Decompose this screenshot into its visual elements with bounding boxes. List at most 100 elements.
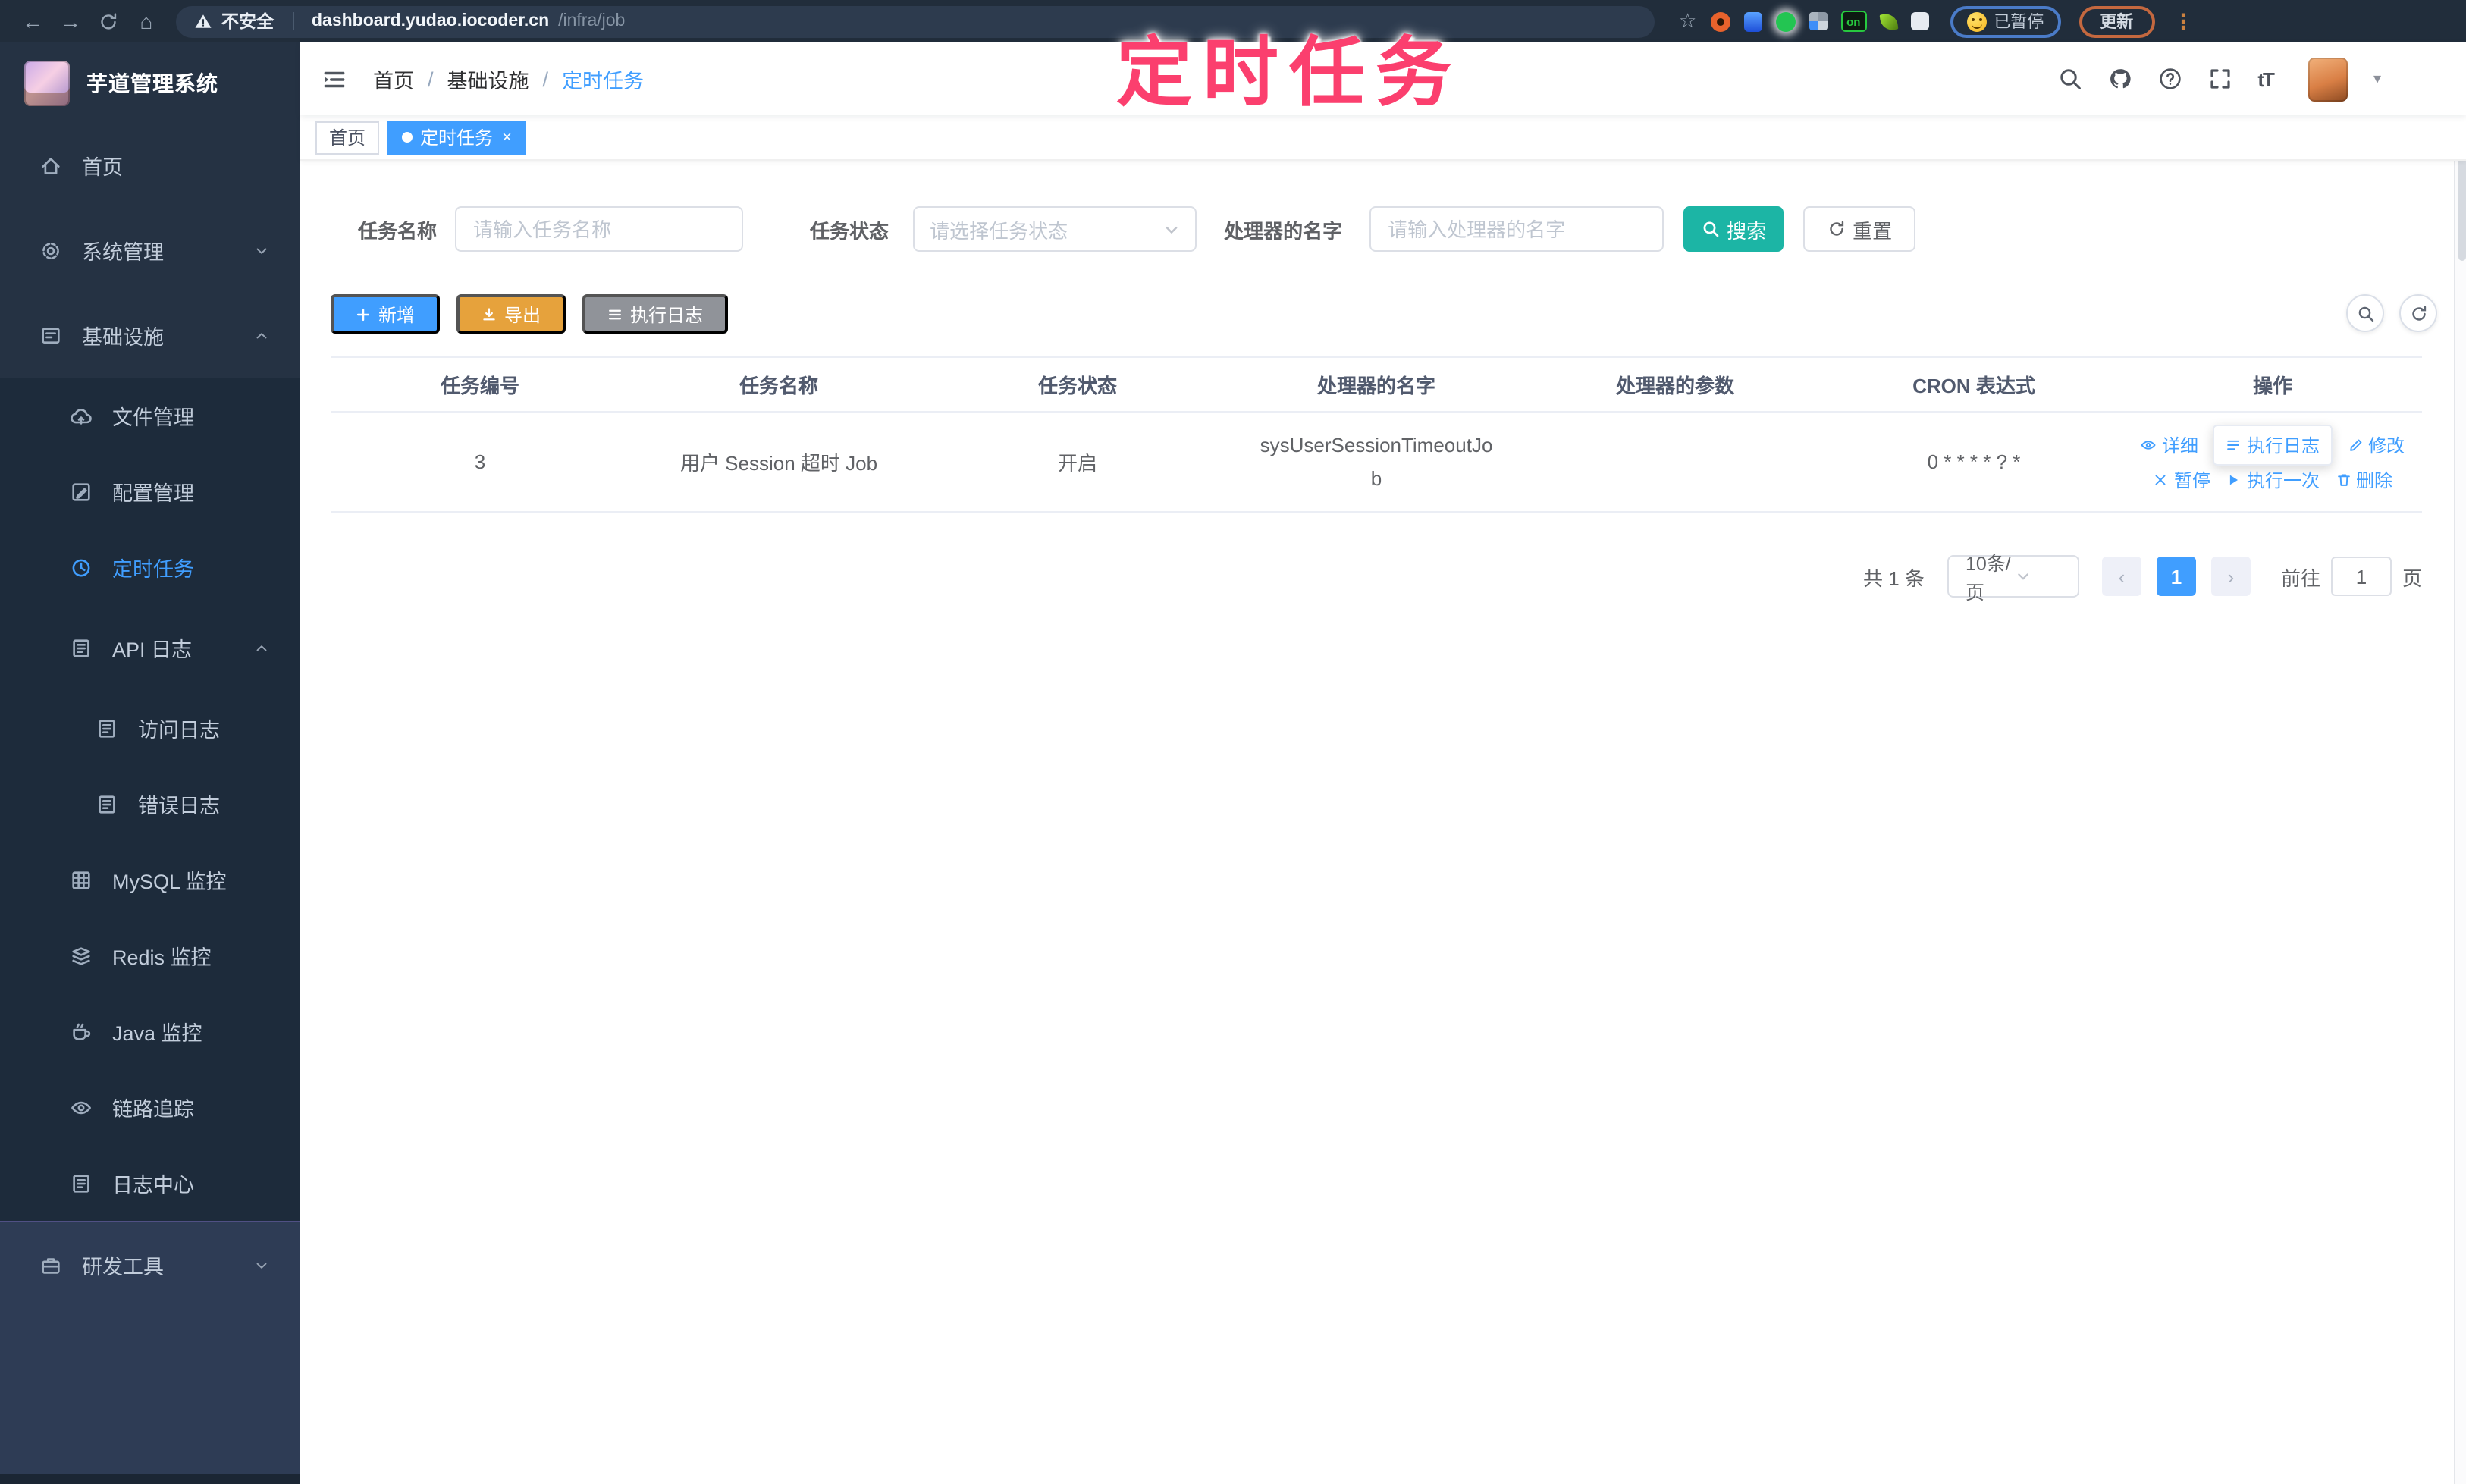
tab-job[interactable]: 定时任务 ×: [387, 121, 527, 154]
row-action-job-log[interactable]: 执行日志: [2213, 425, 2332, 466]
sidebar-item-label: MySQL 监控: [112, 871, 227, 893]
job-name-label: 任务名称: [358, 219, 438, 242]
breadcrumb-item[interactable]: 首页: [373, 64, 414, 94]
sidebar-item-java[interactable]: Java 监控: [0, 993, 300, 1069]
browser-reload-icon[interactable]: [91, 0, 126, 42]
browser-update-button[interactable]: 更新: [2079, 5, 2155, 37]
address-bar[interactable]: 不安全 dashboard.yudao.iocoder.cn/infra/job: [176, 5, 1655, 37]
extension-leaf-icon[interactable]: [1878, 11, 1898, 31]
sidebar-item-label: API 日志: [112, 638, 193, 661]
table-toolbar: 新增 导出 执行日志: [300, 294, 2466, 334]
toggle-search-icon[interactable]: [2346, 294, 2384, 332]
extension-grid-icon[interactable]: [1809, 12, 1828, 30]
extension-on-badge[interactable]: on: [1840, 11, 1867, 32]
app-logo-row[interactable]: 芋道管理系统: [0, 42, 300, 123]
avatar-caret-down-icon[interactable]: ▾: [2373, 71, 2381, 87]
browser-toolbar: ← → ⌂ 不安全 dashboard.yudao.iocoder.cn/inf…: [0, 0, 2466, 42]
breadcrumb-item[interactable]: 定时任务: [562, 64, 644, 94]
job-status-select[interactable]: 请选择任务状态: [913, 206, 1197, 252]
extension-green-icon[interactable]: [1775, 11, 1796, 31]
search-icon[interactable]: [2057, 67, 2082, 91]
browser-forward-icon[interactable]: →: [53, 0, 88, 42]
prev-page-button[interactable]: ‹: [2101, 557, 2141, 596]
page-size-select[interactable]: 10条/页: [1947, 554, 2079, 604]
cell-handler-name: sysUserSessionTimeoutJob: [1260, 434, 1493, 489]
sidebar-item-infra[interactable]: 基础设施: [0, 293, 300, 378]
browser-back-icon[interactable]: ←: [15, 0, 50, 42]
profile-paused-pill[interactable]: 已暂停: [1950, 5, 2061, 37]
config-edit-icon: [68, 479, 93, 504]
goto-page-input[interactable]: [2330, 557, 2392, 596]
url-path: /infra/job: [558, 12, 626, 30]
row-action-label: 暂停: [2173, 470, 2210, 491]
handler-name-input[interactable]: [1369, 206, 1664, 252]
add-button[interactable]: 新增: [331, 294, 440, 334]
sidebar-item-file-mgmt[interactable]: 文件管理: [0, 378, 300, 453]
access-log-icon: [94, 716, 118, 740]
page-number-button[interactable]: 1: [2156, 557, 2196, 596]
tab-close-icon[interactable]: ×: [502, 128, 512, 146]
row-action-label: 执行一次: [2246, 470, 2320, 491]
sidebar-item-error-log[interactable]: 错误日志: [0, 766, 300, 842]
row-action-edit[interactable]: 修改: [2347, 432, 2405, 458]
column-header: 处理器的名字: [1316, 375, 1435, 397]
table-header-row: 任务编号 任务名称 任务状态 处理器的名字 处理器的参数 CRON 表达式 操作: [331, 356, 2422, 413]
bookmark-star-icon[interactable]: ☆: [1679, 9, 1696, 33]
export-button[interactable]: 导出: [456, 294, 566, 334]
extensions-puzzle-icon[interactable]: [1910, 12, 1929, 30]
refresh-icon[interactable]: [2399, 294, 2437, 332]
sidebar-item-mysql[interactable]: MySQL 监控: [0, 842, 300, 918]
row-action-pause[interactable]: 暂停: [2153, 467, 2210, 493]
pause-x-icon: [2153, 472, 2170, 488]
row-action-label: 修改: [2368, 435, 2405, 456]
row-action-run-once[interactable]: 执行一次: [2226, 467, 2320, 493]
extension-orange-icon[interactable]: [1710, 11, 1730, 31]
menu-fold-icon[interactable]: [318, 64, 349, 94]
sidebar-item-label: 系统管理: [82, 241, 164, 264]
goto-label: 前往: [2280, 566, 2320, 589]
sidebar-item-log-center[interactable]: 日志中心: [0, 1145, 300, 1221]
security-label: 不安全: [221, 14, 274, 32]
sidebar-item-api-log[interactable]: API 日志: [0, 605, 300, 690]
breadcrumb-item[interactable]: 基础设施: [447, 64, 529, 94]
row-actions-line: 暂停 执行一次 删除: [2153, 467, 2392, 493]
search-button[interactable]: 搜索: [1683, 206, 1784, 252]
extension-blue-icon[interactable]: [1743, 11, 1762, 31]
row-action-detail[interactable]: 详细: [2141, 432, 2198, 458]
page-scrollbar[interactable]: [2454, 42, 2466, 1484]
sidebar-item-label: 链路追踪: [112, 1098, 194, 1121]
main-area: 首页 / 基础设施 / 定时任务 tT ▾ 首页 定时任务 × 任务名称 请输入…: [300, 42, 2466, 1484]
sidebar-item-access-log[interactable]: 访问日志: [0, 690, 300, 766]
column-header: 处理器的参数: [1615, 375, 1734, 397]
fullscreen-icon[interactable]: [2207, 67, 2232, 91]
security-warning-icon[interactable]: [194, 12, 212, 30]
sidebar-item-config-mgmt[interactable]: 配置管理: [0, 453, 300, 529]
sidebar-item-home[interactable]: 首页: [0, 123, 300, 208]
sidebar-item-devtools[interactable]: 研发工具: [0, 1222, 300, 1307]
tab-home[interactable]: 首页: [315, 121, 380, 154]
sidebar-item-job[interactable]: 定时任务: [0, 529, 300, 605]
sidebar-item-label: 首页: [82, 156, 123, 179]
job-name-input[interactable]: [455, 206, 744, 252]
github-icon[interactable]: [2107, 67, 2132, 91]
extension-strip: ☆ on: [1679, 9, 1929, 33]
sidebar-item-label: 基础设施: [82, 326, 164, 349]
help-icon[interactable]: [2157, 67, 2182, 91]
job-log-button[interactable]: 执行日志: [582, 294, 728, 334]
active-tab-dot: [402, 132, 413, 143]
sidebar-item-trace[interactable]: 链路追踪: [0, 1069, 300, 1145]
next-page-button[interactable]: ›: [2210, 557, 2251, 596]
browser-menu-icon[interactable]: ⋮: [2173, 8, 2194, 34]
chevron-up-icon: [253, 327, 270, 344]
row-action-label: 删除: [2356, 470, 2393, 491]
browser-home-icon[interactable]: ⌂: [129, 0, 164, 42]
user-avatar[interactable]: [2308, 57, 2348, 101]
sidebar-item-label: 定时任务: [112, 558, 194, 581]
sidebar-item-system-mgmt[interactable]: 系统管理: [0, 208, 300, 293]
app-frame: 芋道管理系统 首页 系统管理 基础设施 文件管理 配置管理 定时任务 API 日志 访问日志…: [0, 42, 2466, 1484]
reset-button[interactable]: 重置: [1803, 206, 1916, 252]
row-action-delete[interactable]: 删除: [2335, 467, 2392, 493]
sidebar-item-label: 文件管理: [112, 406, 194, 429]
font-size-icon[interactable]: tT: [2257, 67, 2275, 90]
sidebar-item-redis[interactable]: Redis 监控: [0, 918, 300, 993]
